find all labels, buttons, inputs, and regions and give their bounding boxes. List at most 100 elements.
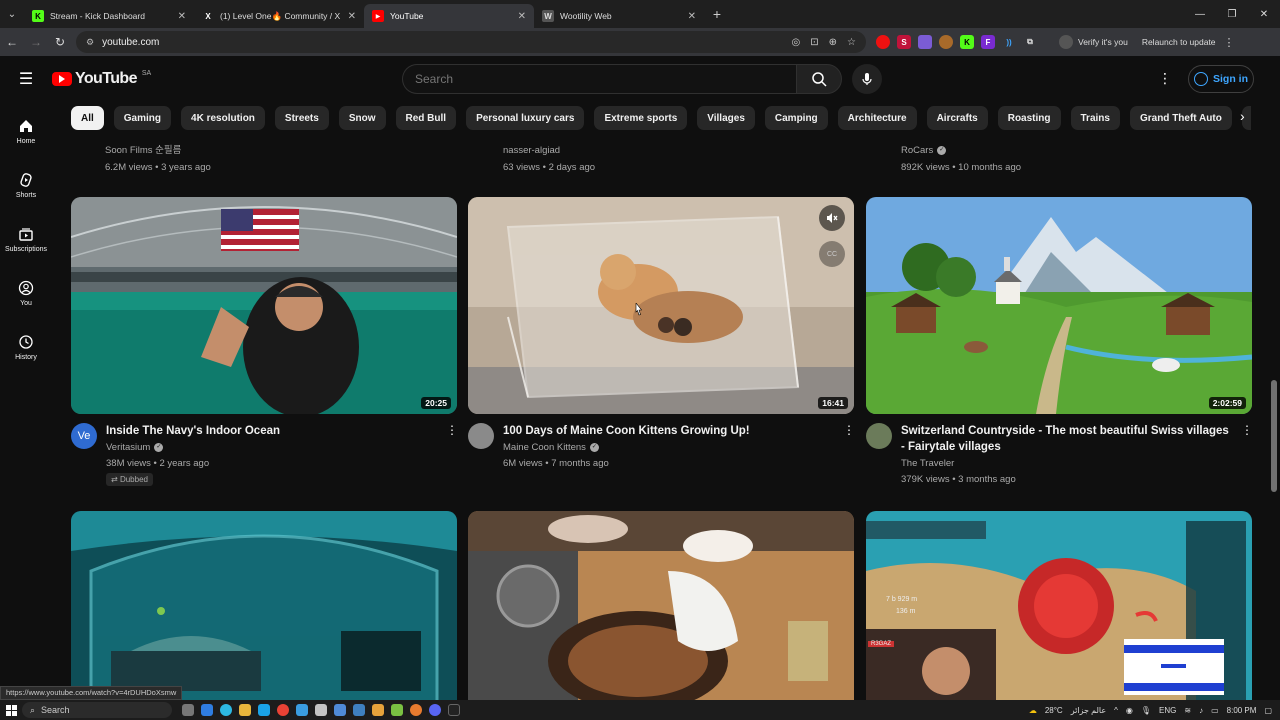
- close-icon[interactable]: ✕: [1248, 0, 1280, 28]
- captions-icon[interactable]: CC: [819, 241, 845, 267]
- tab-youtube[interactable]: ▶ YouTube ✕: [364, 4, 534, 28]
- video-title[interactable]: 100 Days of Maine Coon Kittens Growing U…: [503, 423, 833, 439]
- app-icon[interactable]: [334, 704, 346, 716]
- video-thumbnail-game[interactable]: 7 b 929 m 136 m R3GAZ: [866, 511, 1252, 700]
- youtube-logo[interactable]: YouTube SA: [52, 70, 151, 88]
- extension-shield-icon[interactable]: [918, 35, 932, 49]
- video-menu-icon[interactable]: ⋮: [1241, 423, 1253, 437]
- channel-avatar[interactable]: [468, 423, 494, 449]
- hamburger-menu-icon[interactable]: ☰: [0, 69, 52, 89]
- volume-icon[interactable]: ♪: [1199, 706, 1203, 715]
- tab-close-icon[interactable]: ✕: [518, 11, 526, 22]
- tab-x[interactable]: X (1) Level One🔥 Community / X ✕: [194, 4, 364, 28]
- channel-name[interactable]: nasser-algiad: [503, 142, 595, 159]
- chip[interactable]: Extreme sports: [594, 106, 688, 130]
- sidebar-item-history[interactable]: History: [0, 320, 52, 374]
- video-thumbnail-underwater-bedroom[interactable]: [71, 511, 457, 700]
- chip[interactable]: Camping: [764, 106, 828, 130]
- video-title[interactable]: Switzerland Countryside - The most beaut…: [901, 423, 1231, 455]
- video-menu-icon[interactable]: ⋮: [843, 423, 855, 437]
- tab-kick[interactable]: K Stream - Kick Dashboard ✕: [24, 4, 194, 28]
- new-tab-button[interactable]: +: [704, 6, 730, 22]
- restore-icon[interactable]: ❐: [1216, 0, 1248, 28]
- taskbar-search[interactable]: ⌕ Search: [22, 702, 172, 718]
- network-icon[interactable]: ◉: [1126, 706, 1133, 715]
- chip[interactable]: Gaming: [113, 106, 172, 130]
- sidebar-item-home[interactable]: Home: [0, 104, 52, 158]
- zoom-icon[interactable]: ⊕: [829, 37, 837, 48]
- back-icon[interactable]: ←: [0, 28, 24, 56]
- notifications-icon[interactable]: ▢: [1264, 706, 1272, 715]
- search-input[interactable]: [402, 64, 796, 94]
- tab-wootility[interactable]: W Wootility Web ✕: [534, 4, 704, 28]
- address-bar[interactable]: ⚙ youtube.com ◎ ⊡ ⊕ ☆: [76, 31, 866, 53]
- store-icon[interactable]: [258, 704, 270, 716]
- language-indicator[interactable]: ENG: [1159, 706, 1176, 715]
- chip[interactable]: Aircrafts: [926, 106, 988, 130]
- tab-search-icon[interactable]: ⌄: [0, 0, 24, 28]
- video-thumbnail-navy[interactable]: 20:25: [71, 197, 457, 414]
- sidebar-item-shorts[interactable]: Shorts: [0, 158, 52, 212]
- video-menu-icon[interactable]: ⋮: [446, 423, 458, 437]
- chevron-right-icon[interactable]: ›: [1240, 108, 1245, 124]
- mute-button[interactable]: [819, 205, 845, 231]
- app-icon[interactable]: [372, 704, 384, 716]
- chip[interactable]: Trains: [1070, 106, 1120, 130]
- site-info-icon[interactable]: ⚙: [86, 37, 94, 48]
- tab-close-icon[interactable]: ✕: [348, 11, 356, 22]
- minimize-icon[interactable]: —: [1184, 0, 1216, 28]
- chip[interactable]: Roasting: [997, 106, 1061, 130]
- forward-icon[interactable]: →: [24, 28, 48, 56]
- channel-name[interactable]: Soon Films 순필름: [105, 142, 211, 159]
- battery-icon[interactable]: ▭: [1211, 706, 1219, 715]
- page-scrollbar[interactable]: [1271, 380, 1277, 492]
- channel-name[interactable]: RoCars ✓: [901, 142, 1021, 159]
- channel-name[interactable]: The Traveler: [901, 458, 954, 469]
- clock[interactable]: 8:00 PM: [1227, 706, 1257, 715]
- channel-avatar[interactable]: [866, 423, 892, 449]
- app-icon[interactable]: [391, 704, 403, 716]
- eye-off-icon[interactable]: ◎: [792, 37, 801, 48]
- chip[interactable]: Architecture: [837, 106, 917, 130]
- tab-close-icon[interactable]: ✕: [178, 11, 186, 22]
- extension-kick-icon[interactable]: K: [960, 35, 974, 49]
- mic-icon[interactable]: 🎙: [1141, 706, 1151, 715]
- discord-icon[interactable]: [296, 704, 308, 716]
- extension-f-icon[interactable]: F: [981, 35, 995, 49]
- copilot-icon[interactable]: [201, 704, 213, 716]
- voice-search-button[interactable]: [852, 64, 882, 94]
- sidebar-item-subscriptions[interactable]: Subscriptions: [0, 212, 52, 266]
- chip[interactable]: 4K resolution: [181, 106, 265, 130]
- tiktok-icon[interactable]: [448, 704, 460, 716]
- search-button[interactable]: [796, 64, 842, 94]
- app-icon[interactable]: [315, 704, 327, 716]
- install-icon[interactable]: ⊡: [810, 37, 818, 48]
- chip[interactable]: Streets: [274, 106, 329, 130]
- extension-orange-icon[interactable]: [939, 35, 953, 49]
- weather-temp[interactable]: 28°C: [1045, 706, 1063, 715]
- app-icon[interactable]: [410, 704, 422, 716]
- video-thumbnail-kittens[interactable]: CC 16:41: [468, 197, 854, 414]
- wifi-icon[interactable]: ≋: [1184, 706, 1191, 715]
- sign-in-button[interactable]: Sign in: [1188, 65, 1254, 93]
- settings-menu-icon[interactable]: ⋮: [1158, 70, 1172, 87]
- video-thumbnail-switzerland[interactable]: 2:02:59: [866, 197, 1252, 414]
- extension-s-icon[interactable]: S: [897, 35, 911, 49]
- browser-menu-icon[interactable]: ⋮: [1224, 36, 1235, 49]
- channel-name[interactable]: Veritasium ✓: [106, 442, 164, 453]
- chip[interactable]: All: [71, 106, 104, 130]
- extension-red-icon[interactable]: [876, 35, 890, 49]
- verify-profile-button[interactable]: Verify it's you: [1059, 35, 1128, 49]
- steam-icon[interactable]: [353, 704, 365, 716]
- chip[interactable]: Personal luxury cars: [466, 106, 585, 130]
- chip[interactable]: Red Bull: [395, 106, 457, 130]
- tab-close-icon[interactable]: ✕: [688, 11, 696, 22]
- windows-start-icon[interactable]: [0, 704, 22, 716]
- chevron-up-icon[interactable]: ^: [1114, 706, 1118, 715]
- relaunch-button[interactable]: Relaunch to update: [1142, 37, 1216, 47]
- video-thumbnail-coffee[interactable]: [468, 511, 854, 700]
- app-icon[interactable]: [429, 704, 441, 716]
- channel-avatar[interactable]: Ve: [71, 423, 97, 449]
- task-view-icon[interactable]: [182, 704, 194, 716]
- extensions-puzzle-icon[interactable]: ⧉: [1023, 35, 1037, 49]
